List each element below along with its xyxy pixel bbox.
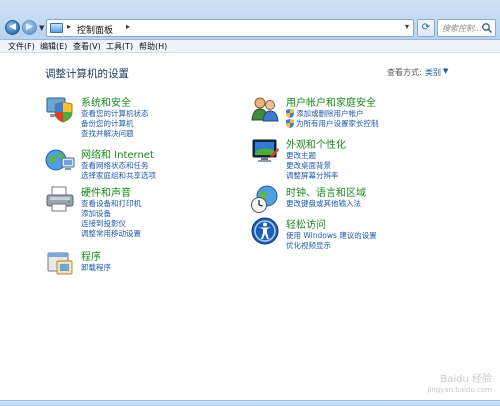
category-system-security: 系统和安全 查看您的计算机状态 备份您的计算机 查找并解决问题 [45, 94, 205, 140]
category-clock-region: 时钟、语言和区域 更改键盘或其他输入法 [250, 184, 420, 214]
category-appearance: 外观和个性化 更改主题 更改桌面背景 调整屏幕分辨率 [250, 136, 420, 182]
users-icon [251, 97, 279, 122]
menu-view[interactable]: 查看(V) [73, 41, 101, 52]
uac-shield-icon [286, 119, 294, 128]
link-mobility-settings[interactable]: 调整常用移动设置 [81, 228, 141, 239]
link-screen-resolution[interactable]: 调整屏幕分辨率 [286, 170, 339, 181]
watermark: Baidu 经验 jingyan.baidu.com [412, 374, 492, 396]
chevron-down-icon[interactable]: ▼ [443, 67, 448, 75]
category-title-clock-region[interactable]: 时钟、语言和区域 [286, 184, 366, 199]
view-by-label: 查看方式: [387, 68, 422, 77]
monitor-icon [252, 139, 279, 162]
menu-file[interactable]: 文件(F) [8, 41, 35, 52]
menu-edit[interactable]: 编辑(E) [40, 41, 67, 52]
breadcrumb-control-panel[interactable]: 控制面板 [77, 23, 113, 36]
forward-button[interactable]: ▶ [22, 20, 37, 35]
watermark-url: jingyan.baidu.com [427, 386, 492, 394]
ease-of-access-icon [251, 217, 279, 245]
menu-bar: 文件(F) 编辑(E) 查看(V) 工具(T) 帮助(H) [0, 40, 500, 53]
link-parental-controls[interactable]: 为所有用户设置家长控制 [296, 118, 379, 129]
view-by-dropdown[interactable]: 类别 [425, 67, 441, 78]
search-input[interactable]: 搜索控制... [437, 19, 496, 37]
link-find-fix-problems[interactable]: 查找并解决问题 [81, 128, 134, 139]
shield-computer-icon [46, 97, 73, 123]
category-title-user-accounts[interactable]: 用户帐户和家庭安全 [286, 94, 376, 109]
category-title-programs[interactable]: 程序 [81, 248, 101, 263]
search-placeholder: 搜索控制... [442, 24, 482, 33]
menu-tools[interactable]: 工具(T) [106, 41, 133, 52]
back-button[interactable]: ◀ [5, 20, 20, 35]
category-hardware-sound: 硬件和声音 查看设备和打印机 添加设备 连接到投影仪 调整常用移动设置 [45, 184, 215, 240]
category-title-network[interactable]: 网络和 Internet [81, 146, 154, 161]
chevron-right-icon[interactable]: ▸ [67, 22, 71, 31]
search-icon[interactable] [481, 22, 493, 34]
printer-icon [46, 186, 74, 212]
link-keyboard-input[interactable]: 更改键盘或其他输入法 [286, 198, 361, 209]
chevron-right-icon[interactable]: ▸ [126, 22, 130, 31]
category-user-accounts: 用户帐户和家庭安全 添加或删除用户帐户 为所有用户设置家长控制 [250, 94, 430, 130]
window-chrome: ◀ ▶ ▼ ▸ 控制面板 ▸ ▾ ⟳ 搜索控制... [0, 0, 500, 40]
control-panel-content: 调整计算机的设置 查看方式: 类别 ▼ 系统和安全 查看您的计算机状态 备份您的… [0, 54, 500, 400]
window-bottom-border [0, 400, 500, 406]
clock-globe-icon [251, 185, 278, 213]
page-title: 调整计算机的设置 [45, 68, 129, 80]
control-panel-icon [50, 23, 63, 33]
category-programs: 程序 卸载程序 [45, 248, 205, 278]
address-bar[interactable]: ▸ 控制面板 ▸ ▾ [46, 19, 414, 37]
recent-pages-dropdown[interactable]: ▼ [39, 24, 45, 32]
category-ease-of-access: 轻松访问 使用 Windows 建议的设置 优化视频显示 [250, 216, 430, 252]
refresh-icon: ⟳ [421, 22, 431, 33]
link-uninstall-program[interactable]: 卸载程序 [81, 262, 111, 273]
link-homegroup-sharing[interactable]: 选择家庭组和共享选项 [81, 170, 156, 181]
link-optimize-visual-display[interactable]: 优化视频显示 [286, 240, 331, 251]
address-history-dropdown[interactable]: ▾ [405, 22, 409, 31]
category-network: 网络和 Internet 查看网络状态和任务 选择家庭组和共享选项 [45, 146, 215, 182]
category-title-system-security[interactable]: 系统和安全 [81, 94, 131, 109]
refresh-button[interactable]: ⟳ [417, 19, 435, 37]
uac-shield-icon [286, 109, 294, 118]
menu-help[interactable]: 帮助(H) [139, 41, 167, 52]
category-title-ease-of-access[interactable]: 轻松访问 [286, 216, 326, 231]
network-globe-icon [45, 149, 75, 171]
category-title-hardware-sound[interactable]: 硬件和声音 [81, 184, 131, 199]
watermark-logo-text: Baidu 经验 [440, 374, 492, 385]
programs-icon [47, 252, 73, 275]
category-title-appearance[interactable]: 外观和个性化 [286, 136, 346, 151]
